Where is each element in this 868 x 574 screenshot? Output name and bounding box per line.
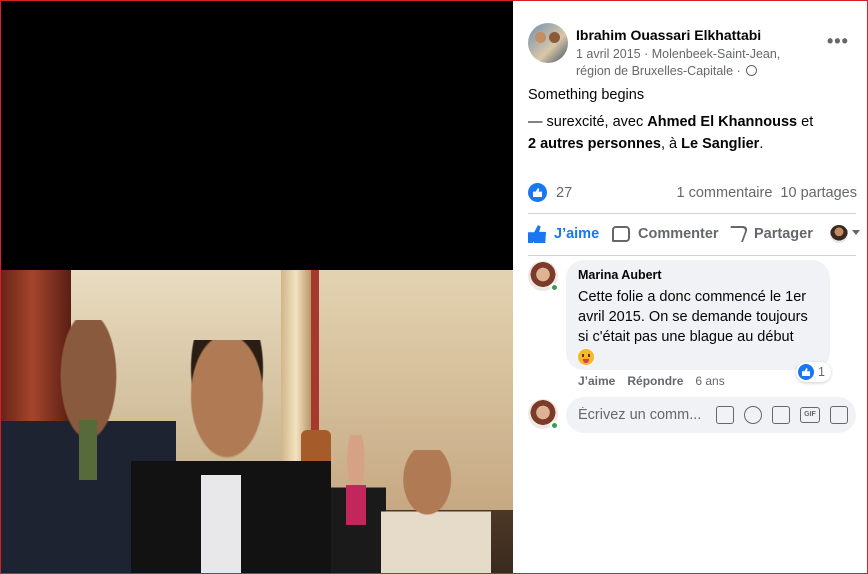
sticker-icon[interactable] (830, 406, 848, 424)
post-as-avatar[interactable] (830, 225, 848, 243)
comments-count[interactable]: 1 commentaire (677, 185, 773, 201)
more-options-button[interactable]: ••• (827, 31, 849, 52)
comment-like-link[interactable]: J’aime (578, 374, 615, 388)
emoji-icon[interactable] (744, 406, 762, 424)
post-photo[interactable] (1, 1, 513, 573)
divider (528, 255, 856, 256)
author-avatar[interactable] (528, 23, 568, 63)
composer-icons: GIF (706, 406, 848, 424)
like-reaction-icon (798, 364, 814, 380)
like-button[interactable]: J’aime (528, 223, 599, 245)
comment-icon (612, 226, 630, 242)
comment-actions: J’aime Répondre 6 ans (578, 374, 737, 388)
share-button[interactable]: Partager (725, 223, 813, 245)
divider (528, 213, 856, 214)
chevron-down-icon[interactable] (852, 230, 860, 235)
post-meta: 1 avril 2015 · Molenbeek-Saint-Jean, rég… (576, 46, 796, 80)
post-tagline: — surexcité, avec Ahmed El Khannouss et 2… (528, 114, 814, 152)
photo-scene (1, 270, 513, 573)
avatar-sticker-icon[interactable] (716, 406, 734, 424)
post-sidebar: Ibrahim Ouassari Elkhattabi 1 avril 2015… (514, 1, 867, 573)
comment-text: Cette folie a donc commencé le 1er avril… (578, 287, 818, 371)
comment-author[interactable]: Marina Aubert (578, 268, 818, 282)
post-date-location[interactable]: 1 avril 2015 · Molenbeek-Saint-Jean, (576, 46, 796, 63)
online-status-dot (550, 421, 559, 430)
gif-icon[interactable]: GIF (800, 407, 820, 423)
online-status-dot (550, 283, 559, 292)
post-stats: 1 commentaire 10 partages (669, 185, 858, 201)
thumbs-up-icon (528, 225, 546, 243)
comment-bubble: Marina Aubert Cette folie a donc commenc… (566, 260, 830, 370)
camera-icon[interactable] (772, 406, 790, 424)
tagged-others-link[interactable]: 2 autres personnes (528, 136, 661, 152)
comment-time[interactable]: 6 ans (695, 374, 724, 388)
like-reaction-icon[interactable] (528, 183, 547, 202)
shares-count[interactable]: 10 partages (780, 185, 857, 201)
author-name[interactable]: Ibrahim Ouassari Elkhattabi (576, 27, 761, 43)
globe-icon[interactable] (746, 65, 758, 76)
comment-reactions[interactable]: 1 (796, 362, 831, 382)
place-link[interactable]: Le Sanglier (681, 136, 759, 152)
tongue-emoji-icon (578, 349, 594, 365)
post-region[interactable]: région de Bruxelles-Capitale · (576, 64, 741, 78)
tagged-person-link[interactable]: Ahmed El Khannouss (647, 114, 797, 130)
likes-count[interactable]: 27 (556, 185, 572, 201)
comment-reply-link[interactable]: Répondre (627, 374, 683, 388)
comment-button[interactable]: Commenter (612, 223, 719, 245)
share-icon (725, 226, 749, 242)
post-caption: Something begins (528, 87, 645, 103)
comment-input[interactable]: Écrivez un comm... (578, 407, 712, 423)
comment-composer[interactable]: Écrivez un comm... GIF (566, 397, 856, 433)
